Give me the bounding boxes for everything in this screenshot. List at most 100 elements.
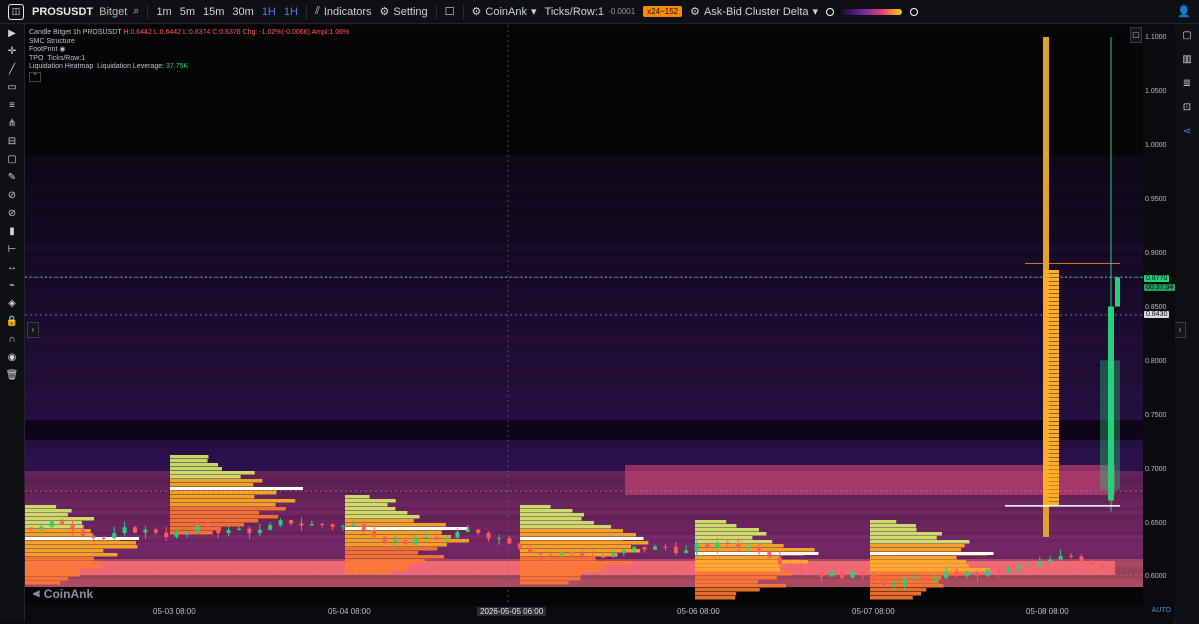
logo-icon[interactable]: ◫ [8,3,24,20]
price-tick: 0.7000 [1145,466,1167,473]
footprint-row [25,557,94,561]
footprint-row [520,573,581,577]
legend-liq[interactable]: Liquidation Heatmap Liquidation Leverage… [29,63,349,72]
pitchfork-icon[interactable]: ⋔ [5,118,19,129]
chart-canvas[interactable]: Candle Bitget 1h PROSUSDT H:0.6442 L:0.6… [25,25,1143,605]
candle-body [569,552,574,554]
leverage-badge[interactable]: x24~152 [643,6,683,17]
footprint-row [520,513,585,517]
footprint-row [870,548,962,552]
heatmap-band [25,351,1143,355]
channel-icon[interactable]: ⊟ [5,136,19,147]
poc-line [170,487,303,490]
legend-collapse-icon[interactable]: ⌃ [29,71,41,82]
candle-body [257,529,262,534]
heatmap-band [25,287,1143,291]
footprint-row [170,479,263,483]
candle-body [1037,562,1042,566]
heatmap-band [25,323,1143,327]
candle-body [1048,559,1053,563]
chevron-right-icon[interactable]: › [1174,322,1186,338]
legend-tpo-label: TPO [29,54,44,62]
share-icon[interactable]: ⋖ [1181,126,1193,138]
setting-button[interactable]: ⚙ Setting [380,5,428,19]
chart-svg[interactable] [25,25,1143,605]
eye-icon[interactable]: ◉ [5,352,19,363]
auto-scale-button[interactable]: AUTO [1152,607,1171,614]
candle-body [580,553,585,557]
footprint-row [1043,286,1059,290]
tf-30m[interactable]: 30m [232,6,253,18]
footprint-row [345,499,396,503]
basket-icon[interactable]: ⊡ [1181,102,1193,114]
checkbox-icon[interactable]: ☐ [445,5,455,18]
range-handle-left[interactable] [826,7,835,16]
trash-icon[interactable]: 🗑 [5,370,19,381]
play-icon[interactable]: ▶ [5,28,19,39]
heatmap-band [25,363,1143,367]
heatmap-range-slider[interactable] [842,8,903,15]
trendline-icon[interactable]: ╱ [5,64,19,75]
lock-icon[interactable]: 🔒 [5,316,19,327]
rectangle-icon[interactable]: ▭ [5,82,19,93]
tf-1h[interactable]: 1H [262,6,276,18]
path-icon[interactable]: ⌁ [5,280,19,291]
measure-icon[interactable]: ↔ [5,262,19,273]
long-position-icon[interactable]: ⊢ [5,244,19,255]
footprint-row [520,509,573,513]
pen-icon[interactable]: ✎ [5,172,19,183]
footprint-row [25,529,91,533]
candle-body [1115,277,1120,307]
coinank-brand-button[interactable]: ⚙ CoinAnk ▾ [472,5,537,19]
list-icon[interactable]: ≣ [1181,78,1193,90]
candle-body [216,528,221,534]
eye-icon[interactable]: ◉ [59,46,65,53]
indicators-button[interactable]: ⫽ Indicators [315,5,372,18]
search-icon[interactable]: ⌕ [133,5,139,18]
chevron-down-icon: ▾ [531,6,537,18]
cluster-mode-select[interactable]: ⚙ Ask-Bid Cluster Delta ▾ [690,5,818,19]
volume-profile-icon[interactable]: ▮ [5,226,19,237]
fullscreen-icon[interactable]: ▢ [1130,27,1142,43]
footprint-row [1043,350,1059,354]
layout-icon[interactable]: ▢ [1181,30,1193,42]
comment-icon[interactable]: ▢ [5,154,19,165]
legend-symbol: Candle Bitget 1h PROSUSDT [29,29,122,36]
legend-smc[interactable]: SMC Structure [29,38,349,47]
footprint-row [1043,342,1059,346]
tf-5m[interactable]: 5m [180,6,195,18]
symbol-name[interactable]: PROSUSDT [32,6,93,18]
user-icon[interactable]: 👤 [1177,5,1191,18]
symbol-selector[interactable]: PROSUSDT Bitget ⌕ [32,5,139,18]
tf-1m[interactable]: 1m [156,6,171,18]
crosshair-icon[interactable]: ✛ [5,46,19,57]
ticks-row-select[interactable]: Ticks/Row:1 ·0.0001 [545,6,636,18]
legend-footprint[interactable]: FootPrint ◉ [29,46,349,55]
footprint-row [25,549,104,553]
legend-tpo[interactable]: TPO Ticks/Row:1 [29,55,349,64]
footprint-row [1043,322,1059,326]
magnet-icon[interactable]: ∩ [5,334,19,345]
footprint-row [520,565,605,569]
chevron-left-icon[interactable]: ‹ [27,322,39,338]
ticks-value: ·0.0001 [608,7,636,16]
tf-15m[interactable]: 15m [203,6,224,18]
footprint-row [1043,406,1059,410]
fill-icon[interactable]: ◈ [5,298,19,309]
candle-body [975,572,980,576]
footprint-row [1043,470,1059,474]
time-axis[interactable]: 05-03 08:00 05-04 08:00 2026-05-05 06:00… [25,605,1175,618]
price-axis[interactable]: 1.1000 1.0500 1.0000 0.9500 0.9000 0.850… [1143,25,1176,605]
tf-1h-dropdown[interactable]: 1H [284,6,298,18]
candle-timer-tag: 00:37:34 [1144,284,1176,291]
footprint-row [1043,422,1059,426]
heatmap-band [25,327,1143,331]
footprint-row [1043,374,1059,378]
eraser-icon[interactable]: ⊘ [5,208,19,219]
range-handle-right[interactable] [910,7,919,16]
heatmap-band [25,247,1143,251]
chart-icon[interactable]: ▥ [1181,54,1193,66]
horizontal-lines-icon[interactable]: ≡ [5,100,19,111]
heatmap-band [25,447,1143,451]
brush-icon[interactable]: ⊘ [5,190,19,201]
